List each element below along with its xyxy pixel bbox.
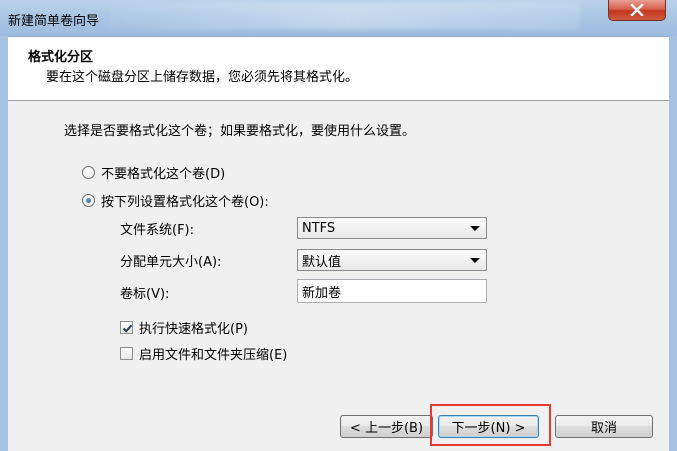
cancel-button[interactable]: 取消	[555, 415, 653, 438]
dropdown-arrow-icon	[470, 258, 480, 263]
file-system-select[interactable]: NTFS	[297, 217, 487, 239]
alloc-unit-select[interactable]: 默认值	[297, 249, 487, 271]
dropdown-arrow-icon	[470, 226, 480, 231]
checkmark-icon	[122, 324, 133, 333]
radio-no-format-label: 不要格式化这个卷(D)	[101, 167, 226, 182]
quick-format-option[interactable]: 执行快速格式化(P)	[120, 318, 248, 337]
header-subtitle: 要在这个磁盘分区上储存数据，您必须先将其格式化。	[46, 70, 359, 85]
radio-format-label: 按下列设置格式化这个卷(O):	[101, 195, 269, 210]
quick-format-checkbox[interactable]	[120, 321, 133, 334]
window-title: 新建简单卷向导	[8, 14, 100, 29]
wizard-content: 选择是否要格式化这个卷；如果要格式化，要使用什么设置。 不要格式化这个卷(D) …	[8, 101, 669, 451]
title-bar: 新建简单卷向导	[0, 0, 677, 37]
window-frame-left	[0, 36, 8, 451]
close-button[interactable]	[608, 0, 666, 21]
close-icon	[630, 4, 644, 16]
quick-format-label: 执行快速格式化(P)	[139, 322, 248, 337]
radio-format-button[interactable]	[82, 194, 95, 207]
highlight-box	[430, 404, 551, 446]
compression-checkbox[interactable]	[120, 347, 133, 360]
file-system-value: NTFS	[302, 220, 336, 236]
radio-no-format[interactable]: 不要格式化这个卷(D)	[82, 163, 225, 182]
wizard-header: 格式化分区 要在这个磁盘分区上储存数据，您必须先将其格式化。	[8, 37, 669, 101]
volume-label-label: 卷标(V):	[120, 287, 170, 302]
volume-label-input[interactable]: 新加卷	[297, 279, 487, 303]
alloc-unit-value: 默认值	[302, 254, 342, 270]
volume-label-value: 新加卷	[302, 285, 342, 301]
window-frame-right	[669, 36, 677, 451]
radio-no-format-button[interactable]	[82, 166, 95, 179]
radio-format[interactable]: 按下列设置格式化这个卷(O):	[82, 191, 269, 210]
compression-option[interactable]: 启用文件和文件夹压缩(E)	[120, 344, 287, 363]
title-bar-blur	[110, 3, 580, 29]
back-button[interactable]: < 上一步(B)	[340, 415, 433, 438]
file-system-label: 文件系统(F):	[120, 223, 195, 238]
header-title: 格式化分区	[28, 50, 94, 65]
instruction-text: 选择是否要格式化这个卷；如果要格式化，要使用什么设置。	[64, 124, 416, 139]
compression-label: 启用文件和文件夹压缩(E)	[139, 348, 288, 363]
alloc-unit-label: 分配单元大小(A):	[120, 255, 222, 270]
